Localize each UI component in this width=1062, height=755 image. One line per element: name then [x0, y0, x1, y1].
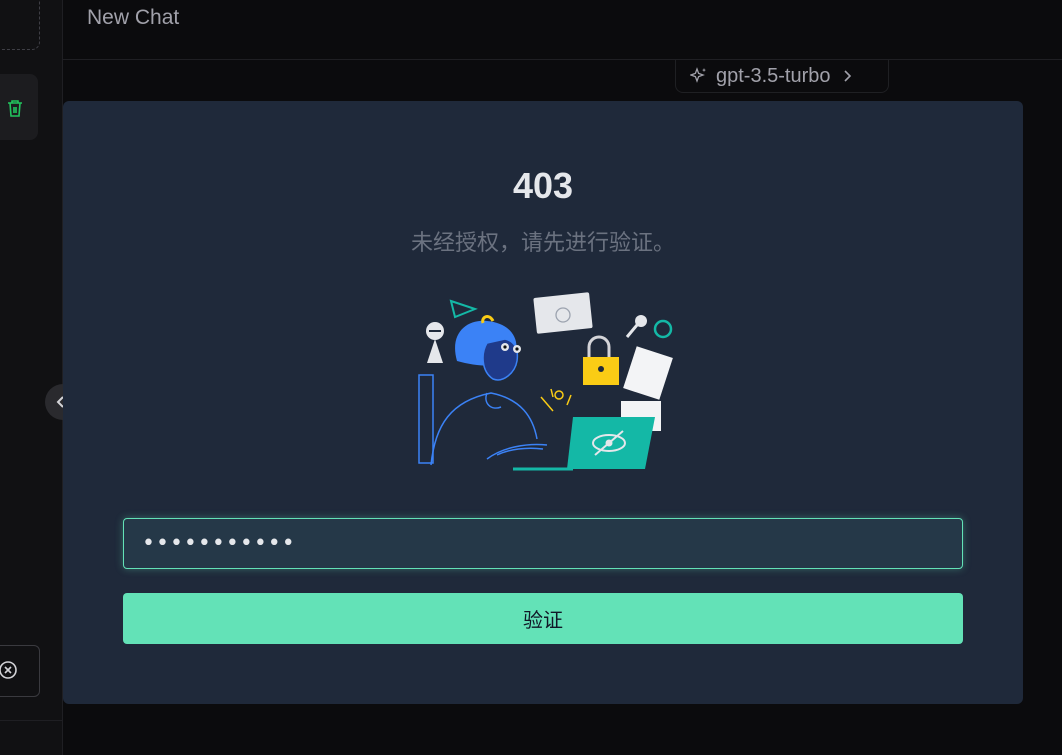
password-input[interactable]: [123, 518, 963, 569]
header: New Chat: [63, 0, 1062, 60]
chevron-right-icon: [843, 70, 851, 82]
verify-button[interactable]: 验证: [123, 593, 963, 644]
error-code: 403: [512, 165, 574, 206]
divider: [0, 720, 62, 721]
sidebar: [0, 0, 63, 755]
unauthorized-illustration: [418, 292, 673, 471]
error-message: 未经授权，请先进行验证。: [410, 230, 675, 255]
page-title: New Chat: [87, 6, 180, 29]
model-name: gpt-3.5-turbo: [716, 64, 831, 87]
auth-modal: 403 未经授权，请先进行验证。 验证: [63, 101, 1023, 704]
trash-icon[interactable]: [6, 98, 24, 118]
clear-icon: [0, 661, 17, 679]
new-chat-button[interactable]: [0, 0, 40, 50]
sparkle-icon: [690, 67, 706, 83]
model-selector[interactable]: gpt-3.5-turbo: [675, 60, 889, 93]
